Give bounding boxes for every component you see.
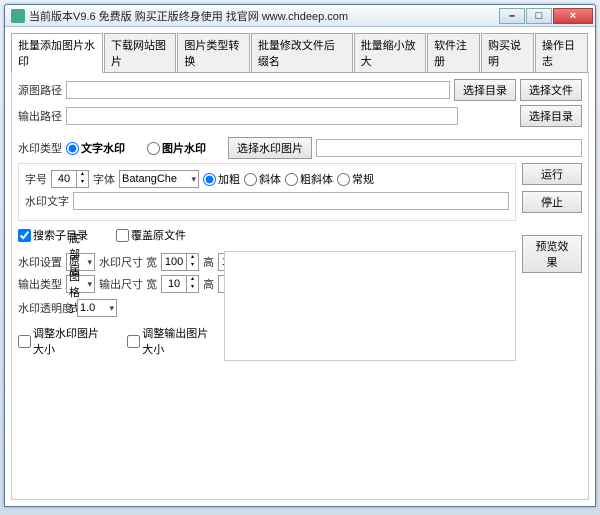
select-wm-image-button[interactable]: 选择水印图片	[228, 137, 312, 159]
font-size-spinner[interactable]: ▴▾	[51, 170, 89, 188]
out-path-input[interactable]	[66, 107, 458, 125]
src-select-file-button[interactable]: 选择文件	[520, 79, 582, 101]
radio-regular[interactable]: 常规	[337, 171, 374, 187]
titlebar[interactable]: 当前版本V9.6 免费版 购买正版终身使用 找官网 www.chdeep.com…	[5, 5, 595, 27]
radio-bold[interactable]: 加粗	[203, 171, 240, 187]
check-adj-wm-size[interactable]: 调整水印图片大小	[18, 325, 109, 357]
app-icon	[11, 9, 25, 23]
wm-text-label: 水印文字	[25, 193, 69, 209]
tab-panel: 源图路径 选择目录 选择文件 输出路径 x 选择目录 水印类型 文字水印 图片水…	[11, 73, 589, 500]
tab-register[interactable]: 软件注册	[427, 33, 480, 72]
tab-log[interactable]: 操作日志	[535, 33, 588, 72]
src-select-dir-button[interactable]: 选择目录	[454, 79, 516, 101]
opacity-combo[interactable]: 1.0	[77, 299, 117, 317]
tab-purchase[interactable]: 购买说明	[481, 33, 534, 72]
wm-pos-label: 水印设置	[18, 254, 62, 270]
window-title: 当前版本V9.6 免费版 购买正版终身使用 找官网 www.chdeep.com	[29, 8, 498, 24]
wm-width-spinner[interactable]: ▴▾	[161, 253, 199, 271]
tab-add-watermark[interactable]: 批量添加图片水印	[11, 33, 103, 73]
font-group: 字号 ▴▾ 字体 BatangChe 加粗 斜体 粗斜体 常规 水印文字	[18, 163, 516, 221]
tab-resize[interactable]: 批量缩小放大	[354, 33, 426, 72]
wm-type-label: 水印类型	[18, 140, 62, 156]
close-button[interactable]: ×	[553, 8, 593, 24]
tab-convert-type[interactable]: 图片类型转换	[177, 33, 249, 72]
run-button[interactable]: 运行	[522, 163, 582, 185]
src-path-input[interactable]	[66, 81, 450, 99]
radio-image-watermark[interactable]: 图片水印	[147, 140, 206, 156]
out-type-label: 输出类型	[18, 276, 62, 292]
maximize-button[interactable]: □	[526, 8, 552, 24]
src-path-label: 源图路径	[18, 82, 62, 98]
tab-download-images[interactable]: 下载网站图片	[104, 33, 176, 72]
radio-bold-italic[interactable]: 粗斜体	[285, 171, 333, 187]
font-size-label: 字号	[25, 171, 47, 187]
font-combo[interactable]: BatangChe	[119, 170, 199, 188]
check-overwrite[interactable]: 覆盖原文件	[116, 227, 186, 243]
out-path-label: 输出路径	[18, 108, 62, 124]
wm-text-input[interactable]	[73, 192, 509, 210]
minimize-button[interactable]: –	[499, 8, 525, 24]
check-adj-out-size[interactable]: 调整输出图片大小	[127, 325, 218, 357]
radio-italic[interactable]: 斜体	[244, 171, 281, 187]
opacity-label: 水印透明度	[18, 300, 73, 316]
radio-text-watermark[interactable]: 文字水印	[66, 140, 125, 156]
wm-image-path-input[interactable]	[316, 139, 582, 157]
tab-strip: 批量添加图片水印 下载网站图片 图片类型转换 批量修改文件后缀名 批量缩小放大 …	[11, 33, 589, 73]
client-area: 批量添加图片水印 下载网站图片 图片类型转换 批量修改文件后缀名 批量缩小放大 …	[5, 27, 595, 506]
out-type-combo[interactable]: 原图格式	[66, 275, 95, 293]
wm-size-label: 水印尺寸 宽	[99, 254, 157, 270]
preview-button[interactable]: 预览效果	[522, 235, 582, 273]
main-window: 当前版本V9.6 免费版 购买正版终身使用 找官网 www.chdeep.com…	[4, 4, 596, 507]
out-size-label: 输出尺寸 宽	[99, 276, 157, 292]
out-width-spinner[interactable]: ▴▾	[161, 275, 199, 293]
preview-area	[224, 251, 516, 361]
font-label: 字体	[93, 171, 115, 187]
tab-rename-ext[interactable]: 批量修改文件后缀名	[251, 33, 353, 72]
stop-button[interactable]: 停止	[522, 191, 582, 213]
out-select-dir-button[interactable]: 选择目录	[520, 105, 582, 127]
